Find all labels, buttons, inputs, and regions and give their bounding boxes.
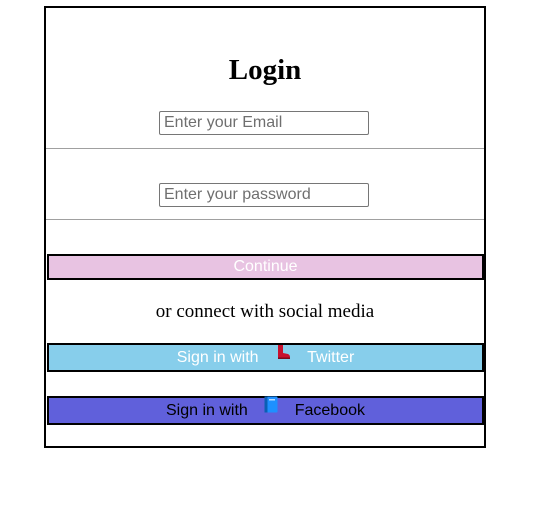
password-input[interactable] [159, 183, 369, 207]
twitter-signin-button[interactable]: Sign in with Twitter [47, 343, 484, 372]
login-card: Login Continue or connect with social me… [44, 6, 486, 448]
twitter-label: Twitter [307, 349, 355, 366]
twitter-prefix-label: Sign in with [176, 349, 259, 366]
continue-button[interactable]: Continue [47, 254, 484, 280]
social-text: or connect with social media [155, 301, 375, 322]
book-icon [264, 396, 278, 421]
facebook-prefix-label: Sign in with [166, 402, 248, 419]
divider [46, 148, 484, 149]
page-title: Login [228, 54, 302, 86]
email-input[interactable] [159, 111, 369, 135]
divider [46, 219, 484, 220]
boot-icon [275, 343, 291, 368]
facebook-label: Facebook [294, 402, 365, 419]
facebook-signin-button[interactable]: Sign in with Facebook [47, 396, 484, 425]
